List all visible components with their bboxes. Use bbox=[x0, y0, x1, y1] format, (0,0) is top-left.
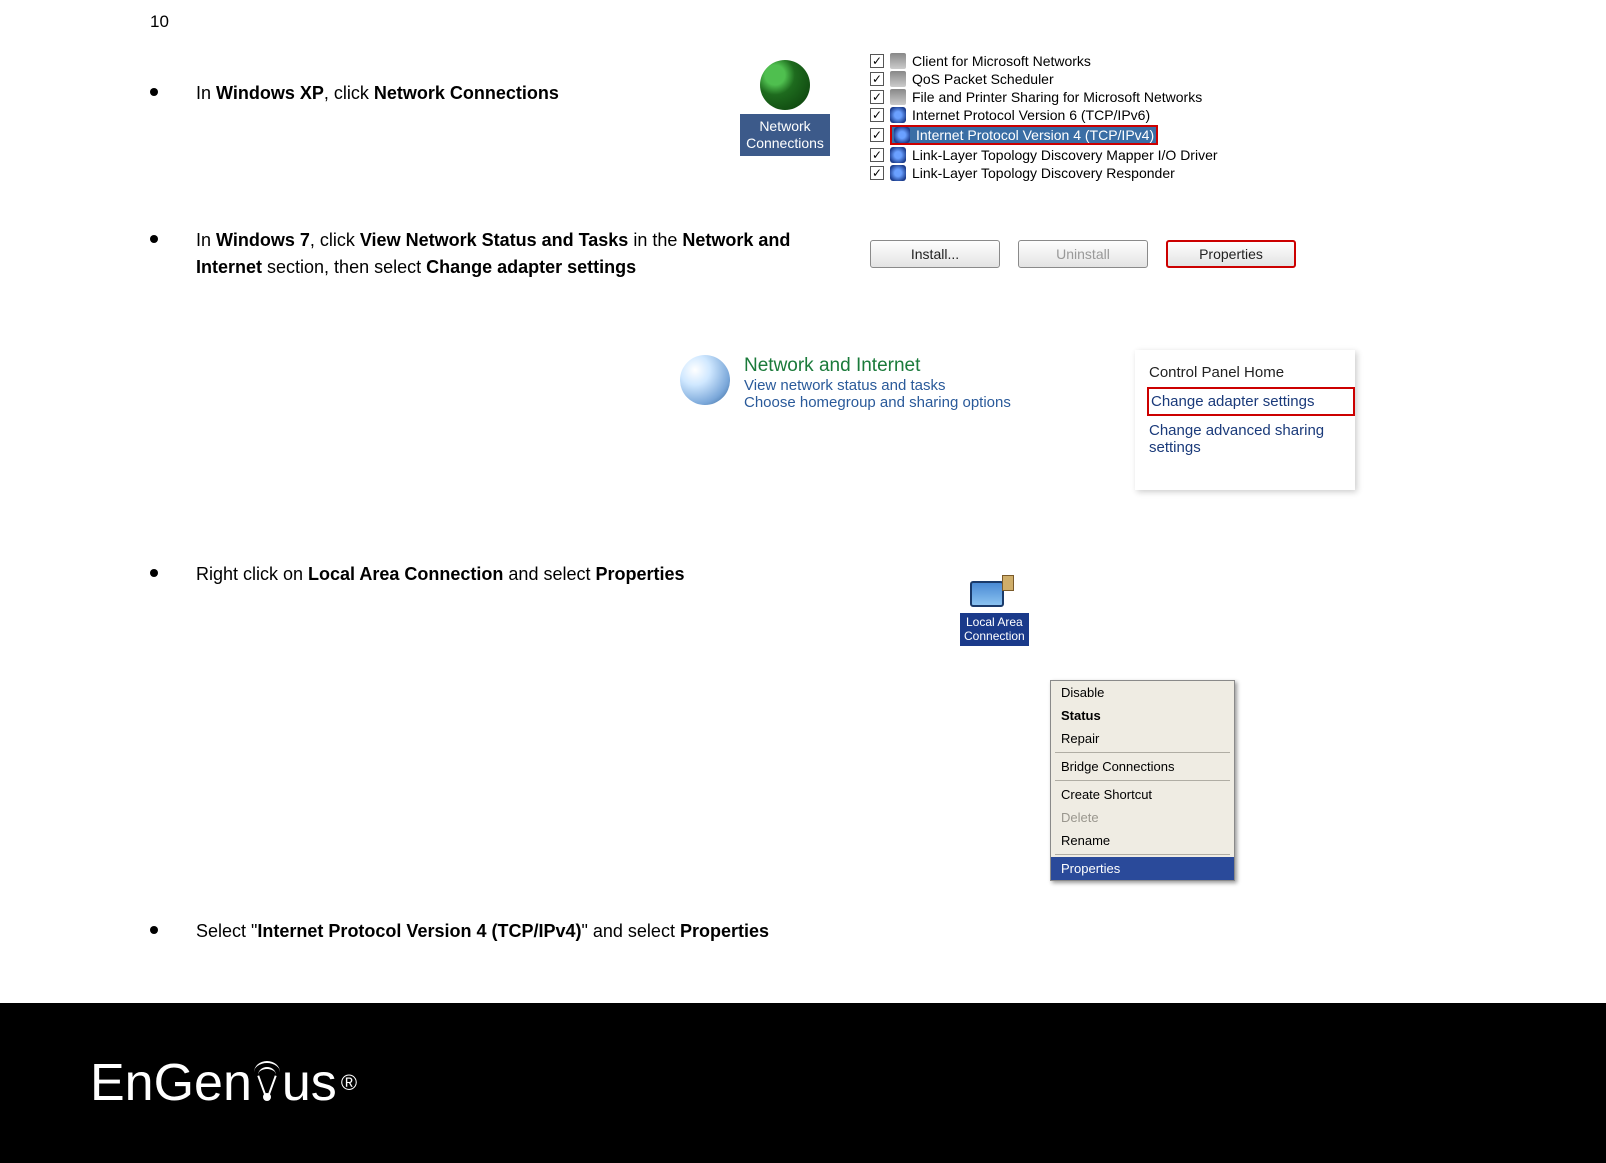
network-connections-label: Network Connections bbox=[740, 114, 830, 156]
separator bbox=[1055, 780, 1230, 781]
protocol-label: Link-Layer Topology Discovery Responder bbox=[912, 165, 1175, 181]
network-connections-shortcut[interactable]: Network Connections bbox=[720, 60, 850, 156]
bullet-text: In Windows XP, click Network Connections bbox=[196, 80, 559, 107]
view-network-status-link[interactable]: View network status and tasks bbox=[744, 377, 1011, 394]
local-area-connection-label: Local Area Connection bbox=[960, 613, 1029, 646]
network-components-list: Client for Microsoft Networks QoS Packet … bbox=[870, 52, 1350, 182]
logo-text: EnGen bbox=[90, 1053, 252, 1113]
main-content: In Windows XP, click Network Connections… bbox=[150, 80, 1450, 965]
install-button[interactable]: Install... bbox=[870, 240, 1000, 268]
engenius-logo: EnGenus® bbox=[90, 1053, 357, 1113]
network-internet-icon bbox=[680, 355, 730, 405]
text: View Network Status and Tasks bbox=[360, 230, 628, 250]
bullet-text: Select "Internet Protocol Version 4 (TCP… bbox=[196, 918, 769, 945]
network-internet-title[interactable]: Network and Internet bbox=[744, 355, 1011, 377]
protocol-row[interactable]: Link-Layer Topology Discovery Responder bbox=[870, 164, 1350, 182]
bullet-item: Select "Internet Protocol Version 4 (TCP… bbox=[150, 918, 1450, 945]
checkbox[interactable] bbox=[870, 108, 884, 122]
text: and select bbox=[503, 564, 595, 584]
choose-homegroup-link[interactable]: Choose homegroup and sharing options bbox=[744, 394, 1011, 411]
protocol-icon bbox=[894, 127, 910, 143]
local-area-connection-shortcut[interactable]: Local Area Connection bbox=[960, 575, 1029, 646]
text: Windows XP bbox=[216, 83, 324, 103]
text: Properties bbox=[595, 564, 684, 584]
separator bbox=[1055, 752, 1230, 753]
control-panel-home-link[interactable]: Control Panel Home bbox=[1147, 358, 1355, 387]
uninstall-button: Uninstall bbox=[1018, 240, 1148, 268]
globe-icon bbox=[760, 60, 810, 110]
protocol-label: Link-Layer Topology Discovery Mapper I/O… bbox=[912, 147, 1218, 163]
menu-item-status[interactable]: Status bbox=[1051, 704, 1234, 727]
control-panel-sidebar: Control Panel Home Change adapter settin… bbox=[1135, 350, 1355, 490]
text: Select " bbox=[196, 921, 257, 941]
text: Right click on bbox=[196, 564, 308, 584]
checkbox[interactable] bbox=[870, 90, 884, 104]
text: Properties bbox=[680, 921, 769, 941]
lan-icon bbox=[970, 575, 1014, 611]
protocol-row[interactable]: Link-Layer Topology Discovery Mapper I/O… bbox=[870, 146, 1350, 164]
checkbox[interactable] bbox=[870, 148, 884, 162]
dialog-buttons: Install... Uninstall Properties bbox=[870, 240, 1296, 268]
protocol-icon bbox=[890, 165, 906, 181]
protocol-row[interactable]: Internet Protocol Version 6 (TCP/IPv6) bbox=[870, 106, 1350, 124]
menu-item-rename[interactable]: Rename bbox=[1051, 829, 1234, 852]
bullet-icon bbox=[150, 926, 158, 934]
checkbox[interactable] bbox=[870, 128, 884, 142]
menu-item-repair[interactable]: Repair bbox=[1051, 727, 1234, 750]
menu-item-properties[interactable]: Properties bbox=[1051, 857, 1234, 880]
page-number: 10 bbox=[150, 12, 169, 32]
menu-item-disable[interactable]: Disable bbox=[1051, 681, 1234, 704]
bullet-icon bbox=[150, 235, 158, 243]
protocol-label: Internet Protocol Version 6 (TCP/IPv6) bbox=[912, 107, 1150, 123]
protocol-icon bbox=[890, 71, 906, 87]
network-internet-text: Network and Internet View network status… bbox=[744, 355, 1011, 411]
change-advanced-sharing-link[interactable]: Change advanced sharing settings bbox=[1147, 416, 1355, 462]
text: In bbox=[196, 83, 216, 103]
menu-item-bridge-connections[interactable]: Bridge Connections bbox=[1051, 755, 1234, 778]
bullet-text: Right click on Local Area Connection and… bbox=[196, 561, 685, 588]
menu-item-create-shortcut[interactable]: Create Shortcut bbox=[1051, 783, 1234, 806]
text: , click bbox=[324, 83, 374, 103]
text: Change adapter settings bbox=[426, 257, 636, 277]
separator bbox=[1055, 854, 1230, 855]
protocol-row[interactable]: Client for Microsoft Networks bbox=[870, 52, 1350, 70]
text: Network Connections bbox=[374, 83, 559, 103]
text: Windows 7 bbox=[216, 230, 310, 250]
checkbox[interactable] bbox=[870, 72, 884, 86]
text: " and select bbox=[582, 921, 680, 941]
change-adapter-settings-link[interactable]: Change adapter settings bbox=[1147, 387, 1355, 416]
context-menu: DisableStatusRepair Bridge Connections Cre… bbox=[1050, 680, 1235, 881]
antenna-icon bbox=[253, 1063, 281, 1103]
menu-item-delete: Delete bbox=[1051, 806, 1234, 829]
text: Local Area Connection bbox=[308, 564, 503, 584]
bullet-text: In Windows 7, click View Network Status … bbox=[196, 227, 836, 281]
protocol-icon bbox=[890, 107, 906, 123]
bullet-icon bbox=[150, 569, 158, 577]
checkbox[interactable] bbox=[870, 166, 884, 180]
protocol-icon bbox=[890, 147, 906, 163]
protocol-row[interactable]: QoS Packet Scheduler bbox=[870, 70, 1350, 88]
text: , click bbox=[310, 230, 360, 250]
protocol-icon bbox=[890, 89, 906, 105]
network-internet-panel: Network and Internet View network status… bbox=[680, 355, 1011, 411]
bullet-icon bbox=[150, 88, 158, 96]
bullet-item: Right click on Local Area Connection and… bbox=[150, 561, 1450, 588]
protocol-label: QoS Packet Scheduler bbox=[912, 71, 1054, 87]
protocol-label: Internet Protocol Version 4 (TCP/IPv4) bbox=[916, 127, 1154, 143]
text: Internet Protocol Version 4 (TCP/IPv4) bbox=[257, 921, 581, 941]
selected-protocol-row[interactable]: Internet Protocol Version 4 (TCP/IPv4) bbox=[890, 125, 1158, 145]
protocol-label: Client for Microsoft Networks bbox=[912, 53, 1091, 69]
protocol-row[interactable]: File and Printer Sharing for Microsoft N… bbox=[870, 88, 1350, 106]
checkbox[interactable] bbox=[870, 54, 884, 68]
protocol-label: File and Printer Sharing for Microsoft N… bbox=[912, 89, 1202, 105]
text: in the bbox=[628, 230, 682, 250]
properties-button[interactable]: Properties bbox=[1166, 240, 1296, 268]
footer: EnGenus® bbox=[0, 1003, 1606, 1163]
logo-text: us bbox=[282, 1053, 337, 1113]
text: In bbox=[196, 230, 216, 250]
protocol-icon bbox=[890, 53, 906, 69]
text: section, then select bbox=[262, 257, 426, 277]
registered-mark: ® bbox=[341, 1070, 357, 1096]
